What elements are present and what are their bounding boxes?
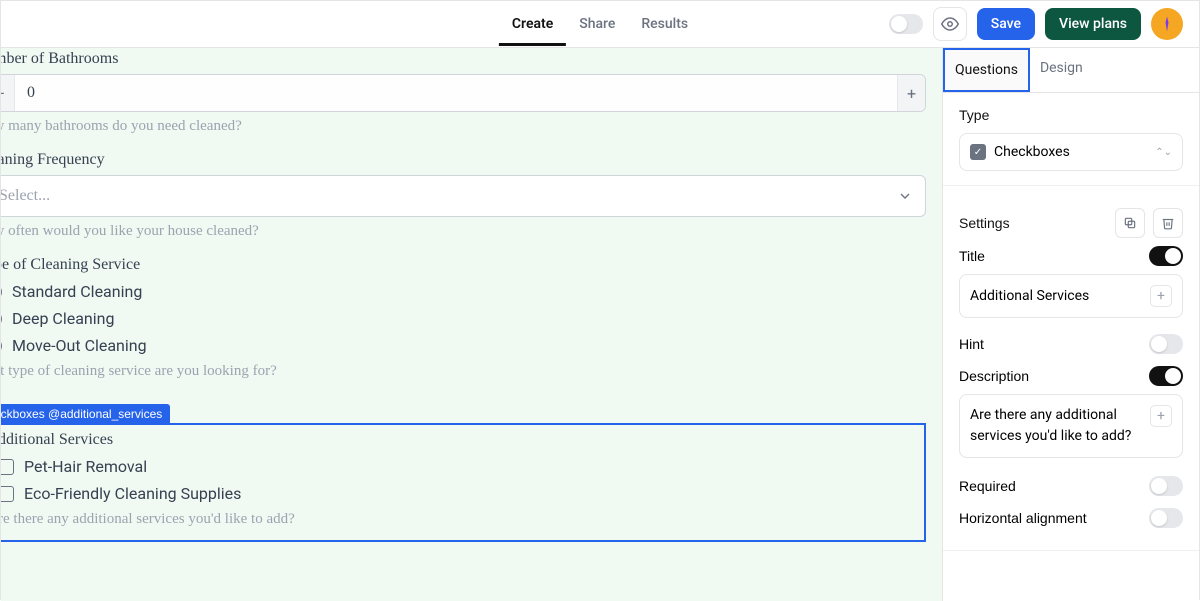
option-label: Pet-Hair Removal <box>24 457 147 476</box>
tab-create[interactable]: Create <box>499 2 566 46</box>
radio-option[interactable]: Deep Cleaning <box>1 309 926 328</box>
checkbox-icon <box>1 486 14 502</box>
question-hint: hat type of cleaning service are you loo… <box>1 363 926 380</box>
hint-toggle[interactable] <box>1149 334 1183 354</box>
description-toggle-label: Description <box>959 368 1029 384</box>
sidebar: Questions Design Type ✓ Checkboxes ⌃⌄ Se… <box>943 48 1199 601</box>
checkbox-option[interactable]: Pet-Hair Removal <box>1 457 914 476</box>
required-toggle[interactable] <box>1149 476 1183 496</box>
preview-button[interactable] <box>933 7 967 41</box>
question-title: umber of Bathrooms <box>1 50 926 68</box>
duplicate-button[interactable] <box>1115 208 1145 238</box>
option-label: Eco-Friendly Cleaning Supplies <box>24 484 241 503</box>
type-value: Checkboxes <box>994 144 1070 160</box>
radio-icon <box>1 311 2 327</box>
title-toggle-label: Title <box>959 248 985 264</box>
question-hint: ow many bathrooms do you need cleaned? <box>1 118 926 135</box>
top-bar: Create Share Results Save View plans <box>1 1 1199 48</box>
copy-icon <box>1123 216 1137 230</box>
checkbox-option[interactable]: Eco-Friendly Cleaning Supplies <box>1 484 914 503</box>
tab-share[interactable]: Share <box>566 2 628 46</box>
option-label: Standard Cleaning <box>12 282 142 301</box>
question-bathrooms[interactable]: umber of Bathrooms − 0 + ow many bathroo… <box>1 50 926 135</box>
option-label: Move-Out Cleaning <box>12 336 147 355</box>
add-button[interactable]: + <box>1150 405 1172 427</box>
chevron-down-icon <box>897 188 913 204</box>
save-button[interactable]: Save <box>977 8 1035 40</box>
stepper-value: 0 <box>15 84 897 102</box>
description-input-value: Are there any additional services you'd … <box>970 405 1142 447</box>
question-title: ype of Cleaning Service <box>1 256 926 274</box>
title-input-value: Additional Services <box>970 288 1089 304</box>
delete-button[interactable] <box>1153 208 1183 238</box>
hint-toggle-label: Hint <box>959 336 984 352</box>
question-hint: ow often would you like your house clean… <box>1 223 926 240</box>
sidebar-tabs: Questions Design <box>943 48 1199 93</box>
type-select[interactable]: ✓ Checkboxes ⌃⌄ <box>959 133 1183 171</box>
question-additional-services[interactable]: dditional Services Pet-Hair Removal Eco-… <box>1 423 926 542</box>
description-input[interactable]: Are there any additional services you'd … <box>959 394 1183 458</box>
required-toggle-label: Required <box>959 478 1016 494</box>
sidebar-tab-questions[interactable]: Questions <box>943 48 1030 92</box>
question-title: dditional Services <box>1 431 914 449</box>
type-label: Type <box>959 107 1183 123</box>
stepper-minus[interactable]: − <box>1 74 15 112</box>
settings-label: Settings <box>959 215 1010 231</box>
trash-icon <box>1161 216 1175 230</box>
halign-toggle-label: Horizontal alignment <box>959 510 1087 526</box>
option-label: Deep Cleaning <box>12 309 114 328</box>
form-canvas[interactable]: umber of Bathrooms − 0 + ow many bathroo… <box>1 48 943 601</box>
avatar[interactable] <box>1151 8 1183 40</box>
add-button[interactable]: + <box>1150 285 1172 307</box>
sidebar-tab-design[interactable]: Design <box>1030 48 1093 92</box>
select-placeholder: Select... <box>1 187 50 205</box>
radio-option[interactable]: Move-Out Cleaning <box>1 336 926 355</box>
top-tabs: Create Share Results <box>499 2 701 46</box>
halign-toggle[interactable] <box>1149 508 1183 528</box>
tab-results[interactable]: Results <box>628 2 701 46</box>
question-frequency[interactable]: leaning Frequency Select... ow often wou… <box>1 151 926 240</box>
question-hint: re there any additional services you'd l… <box>1 511 914 528</box>
description-toggle[interactable] <box>1149 366 1183 386</box>
number-stepper[interactable]: − 0 + <box>1 74 926 112</box>
view-plans-button[interactable]: View plans <box>1045 8 1141 40</box>
title-toggle[interactable] <box>1149 246 1183 266</box>
checkbox-icon <box>1 459 14 475</box>
title-input[interactable]: Additional Services + <box>959 274 1183 318</box>
publish-toggle[interactable] <box>889 14 923 34</box>
radio-icon <box>1 284 2 300</box>
question-title: leaning Frequency <box>1 151 926 169</box>
radio-icon <box>1 338 2 354</box>
checkbox-type-icon: ✓ <box>970 144 986 160</box>
frequency-select[interactable]: Select... <box>1 175 926 217</box>
stepper-plus[interactable]: + <box>897 74 925 112</box>
top-right: Save View plans <box>889 7 1183 41</box>
eye-icon <box>941 15 959 33</box>
avatar-graphic <box>1158 15 1176 33</box>
question-cleaning-type[interactable]: ype of Cleaning Service Standard Cleanin… <box>1 256 926 380</box>
chevron-updown-icon: ⌃⌄ <box>1155 147 1172 158</box>
radio-option[interactable]: Standard Cleaning <box>1 282 926 301</box>
selection-tag: eckboxes @additional_services <box>1 404 170 424</box>
